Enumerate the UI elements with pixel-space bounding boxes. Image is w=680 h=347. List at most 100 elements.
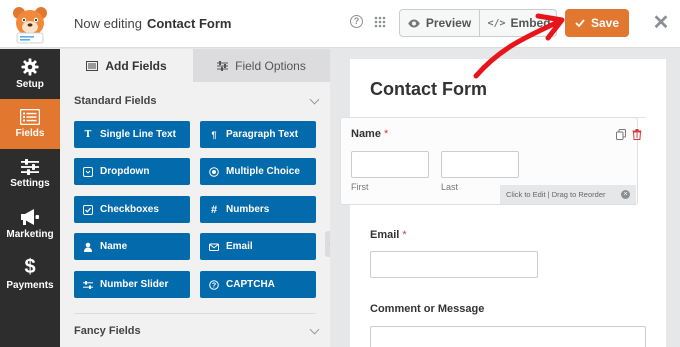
field-button-label: Multiple Choice bbox=[226, 166, 300, 177]
required-mark: * bbox=[402, 229, 407, 241]
preview-button[interactable]: Preview bbox=[400, 10, 480, 36]
grid-menu-icon[interactable] bbox=[374, 16, 386, 28]
fields-list-icon bbox=[20, 109, 40, 125]
hint-text: Click to Edit | Drag to Reorder bbox=[506, 190, 606, 199]
section-title: Fancy Fields bbox=[74, 325, 141, 337]
field-button-label: Number Slider bbox=[100, 279, 169, 290]
save-button[interactable]: Save bbox=[565, 9, 629, 37]
sidebar-item-label: Payments bbox=[6, 280, 54, 291]
field-button-label: CAPTCHA bbox=[226, 279, 275, 290]
embed-label: Embed bbox=[510, 16, 551, 30]
builder-sidebar: Setup Fields Settings Marketing $ Paymen… bbox=[0, 49, 60, 347]
form-title: Contact Form bbox=[370, 79, 487, 99]
tab-add-fields[interactable]: Add Fields bbox=[60, 49, 193, 82]
trash-icon[interactable] bbox=[632, 129, 642, 140]
preview-embed-group: Preview </> Embed bbox=[399, 9, 557, 37]
field-button-label: Single Line Text bbox=[100, 129, 176, 140]
megaphone-icon bbox=[21, 209, 39, 225]
email-input[interactable] bbox=[370, 251, 538, 278]
chevron-down-icon bbox=[309, 324, 320, 335]
label-text: Name bbox=[351, 128, 381, 140]
field-button-label: Email bbox=[226, 241, 253, 252]
save-label: Save bbox=[590, 16, 620, 30]
last-name-input[interactable] bbox=[441, 151, 519, 178]
wpforms-bear-logo bbox=[13, 7, 47, 44]
field-button-label: Dropdown bbox=[100, 166, 150, 177]
gear-icon bbox=[21, 58, 39, 76]
chevron-down-icon bbox=[309, 94, 320, 105]
envelope-icon bbox=[209, 243, 219, 251]
required-mark: * bbox=[383, 128, 389, 140]
sidebar-item-payments[interactable]: $ Payments bbox=[0, 249, 60, 299]
comment-textarea[interactable] bbox=[370, 326, 646, 347]
field-button-paragraph-text[interactable]: ¶ Paragraph Text bbox=[200, 121, 316, 148]
embed-button[interactable]: </> Embed bbox=[480, 10, 558, 36]
dropdown-icon bbox=[83, 166, 93, 177]
sidebar-item-setup[interactable]: Setup bbox=[0, 49, 60, 99]
sidebar-item-label: Setup bbox=[16, 79, 44, 90]
sidebar-item-label: Fields bbox=[15, 128, 45, 139]
field-button-checkboxes[interactable]: Checkboxes bbox=[74, 196, 190, 223]
sidebar-item-label: Settings bbox=[10, 178, 50, 189]
field-button-multiple-choice[interactable]: Multiple Choice bbox=[200, 158, 316, 185]
last-sublabel: Last bbox=[441, 182, 459, 192]
form-preview-area: Contact Form Name * First Last Click to E… bbox=[330, 49, 680, 347]
field-button-dropdown[interactable]: Dropdown bbox=[74, 158, 190, 185]
tab-label: Field Options bbox=[235, 58, 306, 73]
field-button-numbers[interactable]: # Numbers bbox=[200, 196, 316, 223]
sidebar-item-settings[interactable]: Settings bbox=[0, 149, 60, 199]
field-button-email[interactable]: Email bbox=[200, 233, 316, 260]
email-field-label: Email * bbox=[370, 229, 407, 241]
text-icon: T bbox=[84, 129, 92, 140]
radio-icon bbox=[209, 166, 219, 177]
field-button-label: Checkboxes bbox=[100, 204, 159, 215]
editing-form-name: Contact Form bbox=[146, 16, 232, 31]
tab-field-options[interactable]: Field Options bbox=[193, 49, 330, 82]
checkmark-icon bbox=[575, 19, 585, 27]
eye-icon bbox=[408, 19, 420, 27]
paragraph-icon: ¶ bbox=[211, 129, 217, 140]
editing-prefix: Now editing bbox=[74, 16, 142, 31]
close-hint-icon[interactable]: × bbox=[621, 190, 630, 199]
section-title: Standard Fields bbox=[74, 95, 157, 107]
section-divider bbox=[74, 313, 316, 314]
dollar-icon: $ bbox=[24, 256, 36, 278]
sliders-icon bbox=[217, 60, 229, 71]
svg-text:?: ? bbox=[212, 282, 216, 289]
fields-panel: Add Fields Field Options Standard Fields… bbox=[60, 49, 330, 347]
help-icon[interactable]: ? bbox=[350, 15, 363, 28]
fancy-fields-header[interactable]: Fancy Fields bbox=[74, 324, 320, 337]
first-sublabel: First bbox=[351, 182, 369, 192]
checkbox-icon bbox=[83, 204, 93, 215]
duplicate-icon[interactable] bbox=[616, 129, 626, 140]
first-name-input[interactable] bbox=[351, 151, 429, 178]
preview-label: Preview bbox=[425, 16, 472, 30]
field-button-label: Numbers bbox=[226, 204, 270, 215]
label-text: Email bbox=[370, 229, 400, 241]
field-button-single-line-text[interactable]: T Single Line Text bbox=[74, 121, 190, 148]
sliders-icon bbox=[21, 159, 39, 175]
user-icon bbox=[84, 242, 92, 252]
question-circle-icon: ? bbox=[209, 279, 219, 290]
edit-drag-hint: Click to Edit | Drag to Reorder × bbox=[500, 185, 636, 204]
slider-icon bbox=[83, 280, 93, 289]
comment-field-label: Comment or Message bbox=[370, 303, 485, 315]
field-button-number-slider[interactable]: Number Slider bbox=[74, 271, 190, 298]
hash-icon: # bbox=[210, 203, 218, 216]
sidebar-item-label: Marketing bbox=[6, 229, 54, 240]
sidebar-item-marketing[interactable]: Marketing bbox=[0, 199, 60, 249]
field-button-label: Paragraph Text bbox=[226, 129, 299, 140]
list-icon bbox=[86, 60, 99, 71]
name-field-label: Name * bbox=[351, 128, 388, 140]
field-button-captcha[interactable]: ? CAPTCHA bbox=[200, 271, 316, 298]
field-button-name[interactable]: Name bbox=[74, 233, 190, 260]
top-bar: Now editing Contact Form ? Preview </> Em… bbox=[0, 0, 680, 48]
editing-title: Now editing Contact Form bbox=[74, 16, 231, 31]
close-icon[interactable]: ✕ bbox=[650, 12, 672, 34]
standard-fields-header[interactable]: Standard Fields bbox=[74, 94, 320, 107]
code-icon: </> bbox=[487, 17, 506, 29]
panel-tabs: Add Fields Field Options bbox=[60, 49, 330, 82]
sidebar-item-fields[interactable]: Fields bbox=[0, 99, 60, 149]
field-button-label: Name bbox=[100, 241, 128, 252]
tab-label: Add Fields bbox=[105, 58, 167, 73]
